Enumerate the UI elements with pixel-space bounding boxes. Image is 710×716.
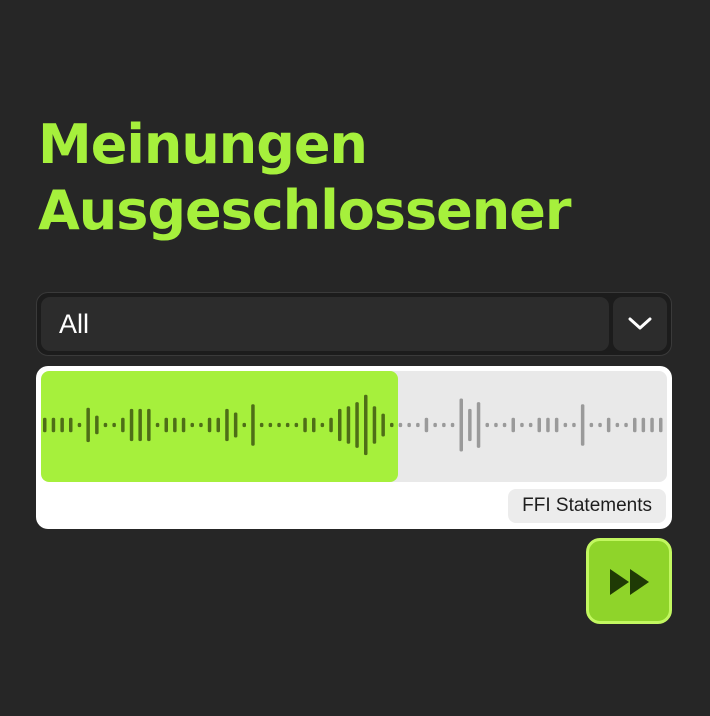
waveform-bar <box>572 422 576 428</box>
waveform-bar <box>424 417 429 433</box>
waveform-bar <box>528 422 533 428</box>
waveform-bar <box>103 422 108 428</box>
waveform-bar <box>60 417 64 433</box>
waveform-bar <box>554 417 559 433</box>
waveform-bar <box>381 413 385 437</box>
waveform-bar <box>51 417 56 433</box>
waveform-bar <box>225 408 229 442</box>
waveform-bar <box>346 406 351 444</box>
waveform-bar <box>190 422 194 428</box>
waveform-bar <box>433 422 437 428</box>
waveform-bar <box>537 417 541 433</box>
waveform <box>43 394 663 456</box>
waveform-bar <box>485 422 489 428</box>
waveform-bar <box>199 422 203 428</box>
waveform-bar <box>155 422 160 428</box>
waveform-bar <box>355 402 359 448</box>
waveform-bar <box>216 417 220 433</box>
fast-forward-button[interactable] <box>586 538 672 624</box>
filter-select-toggle[interactable] <box>613 297 667 351</box>
waveform-bar <box>659 417 663 433</box>
waveform-bar <box>459 398 463 452</box>
waveform-bar <box>129 408 134 442</box>
page-title-line-1: Meinungen <box>38 113 368 176</box>
waveform-bar <box>372 406 377 444</box>
waveform-bar <box>624 422 628 428</box>
waveform-bar <box>121 417 125 433</box>
waveform-bar <box>502 422 507 428</box>
waveform-bar <box>77 422 82 428</box>
waveform-bar <box>546 417 550 433</box>
waveform-bar <box>147 408 151 442</box>
waveform-scrubber[interactable] <box>41 371 667 482</box>
waveform-bar <box>633 417 637 433</box>
waveform-bar <box>69 417 73 433</box>
waveform-bar <box>650 417 654 433</box>
waveform-bar <box>138 408 142 442</box>
waveform-bar <box>112 422 116 428</box>
source-badge: FFI Statements <box>508 489 666 523</box>
waveform-bar <box>511 417 515 433</box>
waveform-bar <box>390 422 394 428</box>
waveform-bar <box>398 422 403 428</box>
waveform-bar <box>285 422 290 428</box>
waveform-bar <box>494 422 498 428</box>
waveform-bar <box>95 415 99 435</box>
waveform-bar <box>329 417 333 433</box>
waveform-bar <box>303 417 307 433</box>
waveform-bar <box>277 422 281 428</box>
waveform-bar <box>407 422 411 428</box>
waveform-bar <box>641 417 646 433</box>
fast-forward-icon <box>610 569 649 595</box>
page-title: Meinungen Ausgeschlossener <box>38 112 571 244</box>
waveform-bar <box>520 422 524 428</box>
waveform-bar <box>312 417 316 433</box>
waveform-bar <box>259 422 264 428</box>
waveform-bar <box>164 417 168 433</box>
chevron-down-icon <box>628 317 652 330</box>
filter-select[interactable]: All <box>36 292 672 356</box>
waveform-bar <box>268 422 273 428</box>
waveform-bar <box>442 422 446 428</box>
waveform-bar <box>233 412 238 438</box>
waveform-bar <box>450 422 455 428</box>
waveform-bar <box>173 417 177 433</box>
filter-select-value: All <box>41 297 609 351</box>
waveform-bar <box>86 407 90 443</box>
audio-player: FFI Statements <box>36 366 672 529</box>
waveform-bar <box>598 422 602 428</box>
waveform-bar <box>606 417 611 433</box>
waveform-bar <box>207 417 212 433</box>
waveform-bar <box>563 422 568 428</box>
waveform-bar <box>251 404 255 446</box>
waveform-bar <box>468 408 472 442</box>
waveform-bar <box>476 402 481 448</box>
waveform-bar <box>589 422 594 428</box>
waveform-bar <box>416 422 420 428</box>
waveform-bar <box>181 417 186 433</box>
waveform-bar <box>294 422 299 428</box>
waveform-bar <box>615 422 620 428</box>
waveform-bar <box>242 422 246 428</box>
waveform-bar <box>43 417 47 433</box>
waveform-bar <box>364 394 368 456</box>
waveform-bar <box>320 422 325 428</box>
page-title-line-2: Ausgeschlossener <box>38 179 571 242</box>
waveform-bar <box>580 404 585 446</box>
waveform-bar <box>338 408 342 442</box>
